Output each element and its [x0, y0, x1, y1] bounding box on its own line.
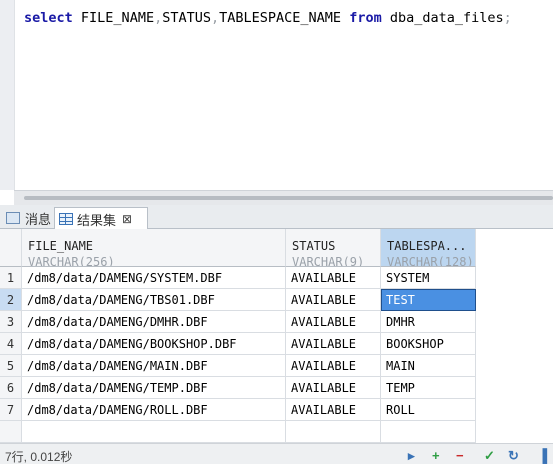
cell-tablespace[interactable]: TEMP [381, 377, 476, 399]
row-number-header [0, 229, 22, 267]
cell-status[interactable]: AVAILABLE [286, 399, 381, 421]
sql-terminator: ; [503, 10, 512, 26]
cell-status[interactable]: AVAILABLE [286, 355, 381, 377]
cell-status[interactable]: AVAILABLE [286, 377, 381, 399]
cell-status[interactable]: AVAILABLE [286, 289, 381, 311]
cell-tablespace[interactable]: MAIN [381, 355, 476, 377]
sql-editor[interactable]: select FILE_NAME,STATUS,TABLESPACE_NAME … [0, 0, 553, 190]
sql-column-tablespace: TABLESPACE_NAME [219, 10, 342, 26]
tab-messages-label: 消息 [25, 211, 52, 227]
row-number[interactable]: 5 [0, 355, 22, 377]
close-icon[interactable]: ⊠ [122, 212, 132, 226]
row-number[interactable]: 1 [0, 267, 22, 289]
cell-status[interactable]: AVAILABLE [286, 333, 381, 355]
result-tabs: 消息 结果集 ⊠ [0, 205, 553, 230]
empty-cell [22, 421, 286, 443]
cell-status[interactable]: AVAILABLE [286, 267, 381, 289]
sql-table-name: dba_data_files [389, 10, 504, 26]
empty-row-number [0, 421, 22, 443]
cell-status[interactable]: AVAILABLE [286, 311, 381, 333]
cell-file-name[interactable]: /dm8/data/DAMENG/ROLL.DBF [22, 399, 286, 421]
editor-gutter [0, 0, 15, 190]
sql-keyword-select: select [24, 10, 73, 26]
cell-file-name[interactable]: /dm8/data/DAMENG/TBS01.DBF [22, 289, 286, 311]
row-number[interactable]: 6 [0, 377, 22, 399]
sql-column-status: STATUS [162, 10, 211, 26]
sql-column-file-name: FILE_NAME [80, 10, 155, 26]
cell-file-name[interactable]: /dm8/data/DAMENG/DMHR.DBF [22, 311, 286, 333]
cell-file-name[interactable]: /dm8/data/DAMENG/TEMP.DBF [22, 377, 286, 399]
cell-file-name[interactable]: /dm8/data/DAMENG/MAIN.DBF [22, 355, 286, 377]
column-header-status[interactable]: STATUS VARCHAR(9) [286, 229, 381, 267]
status-bar: 7行, 0.012秒 ▸ + − ✓ ↻ ▐ [0, 443, 553, 464]
row-number[interactable]: 2 [0, 289, 22, 311]
toolbar-nav-icon[interactable]: ▸ [408, 448, 415, 464]
export-icon[interactable]: ▐ [538, 448, 547, 463]
result-grid: FILE_NAME VARCHAR(256) STATUS VARCHAR(9)… [0, 229, 553, 443]
tab-result-set[interactable]: 结果集 ⊠ [54, 207, 148, 230]
table-icon [59, 213, 73, 225]
column-type: VARCHAR(128) [387, 255, 474, 267]
column-type: VARCHAR(9) [292, 255, 365, 267]
column-type: VARCHAR(256) [28, 255, 115, 267]
cell-file-name[interactable]: /dm8/data/DAMENG/SYSTEM.DBF [22, 267, 286, 289]
scrollbar-thumb[interactable] [24, 196, 553, 200]
sql-keyword-from: from [349, 10, 382, 26]
tab-result-set-label: 结果集 [77, 212, 117, 228]
column-header-file-name[interactable]: FILE_NAME VARCHAR(256) [22, 229, 286, 267]
row-number[interactable]: 3 [0, 311, 22, 333]
delete-row-icon[interactable]: − [456, 448, 464, 463]
refresh-icon[interactable]: ↻ [508, 448, 519, 464]
result-summary: 7行, 0.012秒 [5, 450, 73, 464]
cell-tablespace[interactable]: ROLL [381, 399, 476, 421]
cell-tablespace[interactable]: DMHR [381, 311, 476, 333]
empty-cell [286, 421, 381, 443]
cell-file-name[interactable]: /dm8/data/DAMENG/BOOKSHOP.DBF [22, 333, 286, 355]
row-number[interactable]: 4 [0, 333, 22, 355]
cell-tablespace-selected[interactable]: TEST [381, 289, 476, 311]
commit-check-icon[interactable]: ✓ [484, 448, 495, 464]
add-row-icon[interactable]: + [432, 448, 440, 463]
cell-tablespace[interactable]: SYSTEM [381, 267, 476, 289]
row-number[interactable]: 7 [0, 399, 22, 421]
cell-tablespace[interactable]: BOOKSHOP [381, 333, 476, 355]
column-header-tablespace[interactable]: TABLESPA... VARCHAR(128) [381, 229, 476, 267]
editor-horizontal-scrollbar[interactable] [14, 190, 553, 205]
empty-cell [381, 421, 476, 443]
sql-text[interactable]: select FILE_NAME,STATUS,TABLESPACE_NAME … [24, 10, 512, 26]
message-icon [6, 212, 20, 224]
tab-messages[interactable]: 消息 [2, 208, 52, 228]
